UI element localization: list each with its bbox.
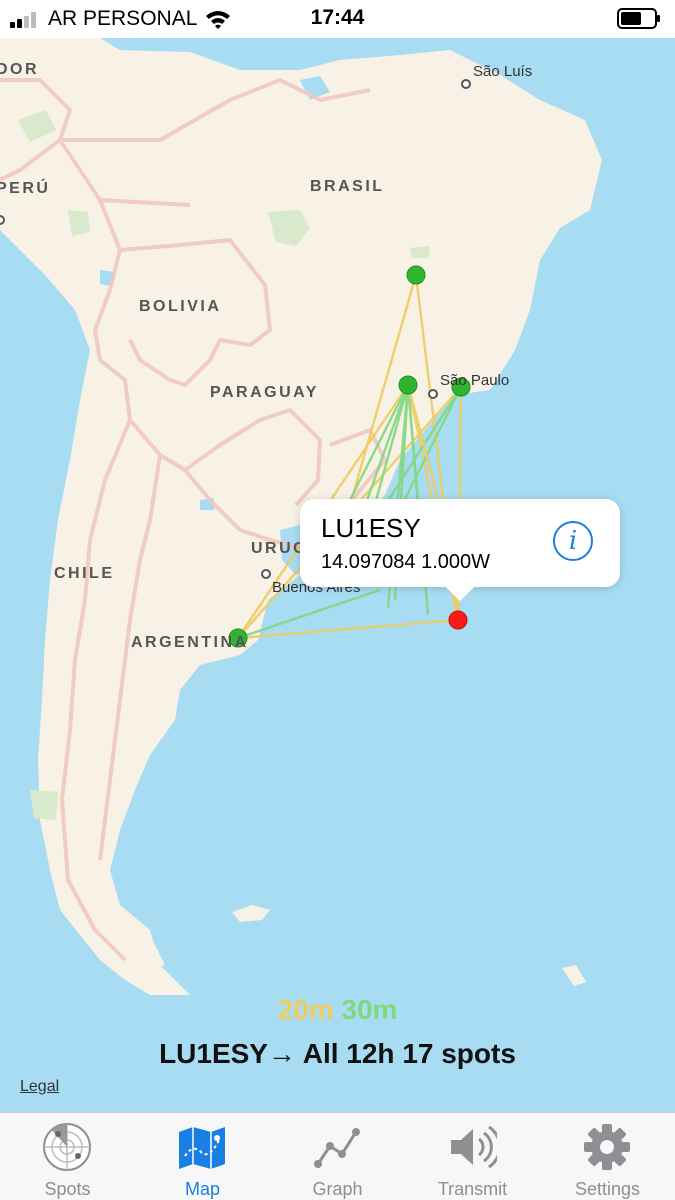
legal-link[interactable]: Legal [20, 1078, 59, 1096]
map-view[interactable]: DOR PERÚ BRASIL BOLIVIA PARAGUAY URUG CH… [0, 38, 675, 1112]
status-bar: AR PERSONAL 17:44 [0, 0, 675, 38]
gear-icon [584, 1124, 630, 1170]
country-label-chile: CHILE [54, 565, 115, 582]
tab-spots[interactable]: Spots [0, 1113, 135, 1200]
city-marker [428, 389, 438, 399]
island-falklands [232, 905, 270, 922]
country-label-ecuador: DOR [0, 61, 40, 78]
country-label-argentina: ARGENTINA [131, 634, 249, 651]
tab-label: Spots [44, 1179, 91, 1199]
tab-label: Settings [574, 1179, 641, 1199]
speaker-icon [451, 1125, 497, 1169]
legend-30m: 30m [341, 994, 398, 1025]
country-label-brasil: BRASIL [310, 178, 385, 195]
radar-icon [43, 1123, 91, 1171]
map-icon [179, 1127, 225, 1169]
country-label-paraguay: PARAGUAY [210, 384, 319, 401]
tab-graph[interactable]: Graph [270, 1113, 405, 1200]
info-icon[interactable]: i [553, 521, 593, 561]
tab-bar: Spots Map Graph Transmit Settings [0, 1112, 675, 1200]
callout-callsign: LU1ESY [321, 513, 421, 543]
city-label-sao-paulo: São Paulo [440, 372, 510, 389]
tab-label: Transmit [437, 1179, 508, 1199]
legend-20m: 20m [277, 994, 334, 1025]
tab-label: Graph [312, 1179, 363, 1199]
country-label-bolivia: BOLIVIA [139, 298, 222, 315]
band-legend: 20m 30m [0, 994, 675, 1026]
city-label-sao-luis: São Luís [473, 63, 533, 80]
transmitter-spot-marker [448, 610, 468, 630]
city-marker [261, 569, 271, 579]
spots-summary: LU1ESY→ All 12h 17 spots [159, 1038, 516, 1069]
clock: 17:44 [310, 6, 365, 29]
tab-label: Map [184, 1179, 220, 1199]
receiver-spot-marker [406, 265, 426, 285]
callout-frequency-power: 14.097084 1.000W [321, 551, 491, 573]
tab-map[interactable]: Map [135, 1113, 270, 1200]
tab-settings[interactable]: Settings [540, 1113, 675, 1200]
spot-callout[interactable]: LU1ESY 14.097084 1.000W i [300, 499, 620, 602]
city-marker [461, 79, 471, 89]
receiver-spot-marker [398, 375, 418, 395]
tab-transmit[interactable]: Transmit [405, 1113, 540, 1200]
battery-icon [617, 8, 660, 29]
graph-icon [314, 1128, 360, 1168]
country-label-peru: PERÚ [0, 180, 51, 197]
